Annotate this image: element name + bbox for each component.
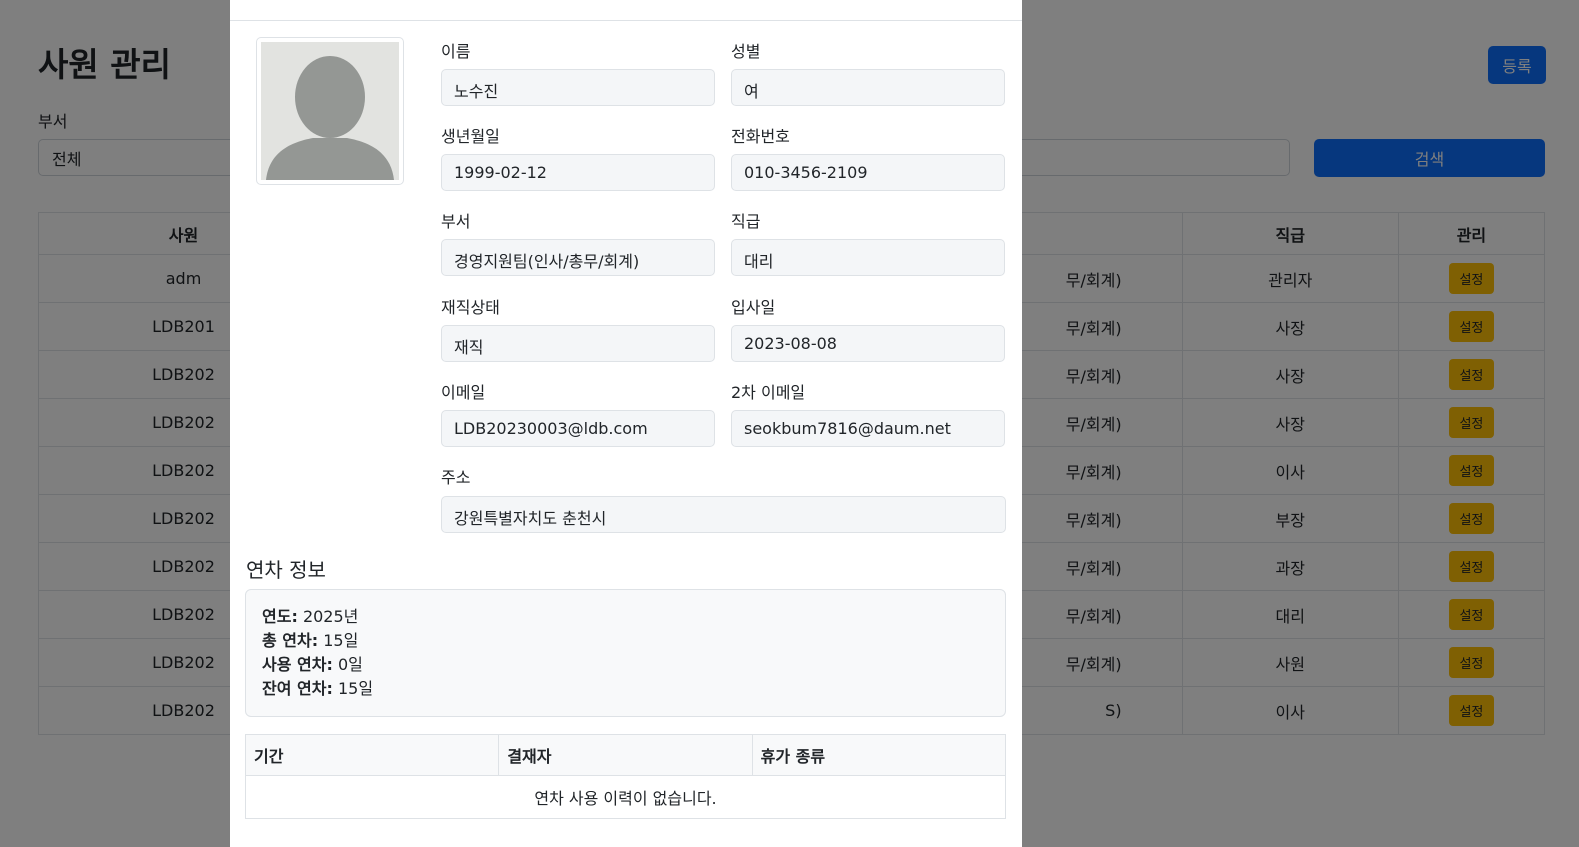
phone-label: 전화번호 [731,127,790,146]
leave-total-value: 15일 [323,631,359,650]
email-label: 이메일 [441,383,486,402]
history-empty-message: 연차 사용 이력이 없습니다. [245,775,1006,819]
birth-label: 생년월일 [441,127,500,146]
modal-header-divider [230,20,1022,21]
birth-field[interactable]: 1999-02-12 [441,154,715,191]
leave-year-label: 연도: [262,607,298,626]
name-label: 이름 [441,42,471,61]
leave-remaining-value: 15일 [337,679,374,698]
address-field[interactable]: 강원특별자치도 춘천시 [441,496,1006,533]
leave-info-title: 연차 정보 [246,558,326,582]
dept-label: 부서 [441,212,471,231]
leave-total-label: 총 연차: [262,631,319,650]
gender-field[interactable]: 여 [731,69,1005,106]
avatar-placeholder-icon [261,42,399,180]
rank-field[interactable]: 대리 [731,239,1005,276]
profile-photo [256,37,404,185]
employee-detail-modal: 이름 노수진 성별 여 생년월일 1999-02-12 전화번호 010-345… [230,0,1022,847]
gender-label: 성별 [731,42,761,61]
leave-used-line: 사용 연차: 0일 [262,653,989,677]
history-empty-row: 연차 사용 이력이 없습니다. [245,775,1006,819]
history-header-type: 휴가 종류 [751,734,1007,776]
leave-info-panel: 연도: 2025년 총 연차: 15일 사용 연차: 0일 잔여 연차: 15일 [245,589,1006,717]
name-field[interactable]: 노수진 [441,69,715,106]
leave-used-value: 0일 [337,655,363,674]
secondary-email-label: 2차 이메일 [731,383,806,402]
history-header-period: 기간 [244,734,500,776]
leave-total-line: 총 연차: 15일 [262,629,989,653]
address-label: 주소 [441,468,471,487]
rank-label: 직급 [731,212,761,231]
leave-year-value: 2025년 [302,607,359,626]
hire-date-label: 입사일 [731,298,776,317]
leave-remaining-label: 잔여 연차: [262,679,333,698]
secondary-email-field[interactable]: seokbum7816@daum.net [731,410,1005,447]
status-label: 재직상태 [441,298,500,317]
hire-date-field[interactable]: 2023-08-08 [731,325,1005,362]
status-field[interactable]: 재직 [441,325,715,362]
dept-field[interactable]: 경영지원팀(인사/총무/회계) [441,239,715,276]
leave-remaining-line: 잔여 연차: 15일 [262,677,989,701]
leave-used-label: 사용 연차: [262,655,333,674]
email-field[interactable]: LDB20230003@ldb.com [441,410,715,447]
leave-history-table: 기간 결재자 휴가 종류 연차 사용 이력이 없습니다. [244,734,1007,819]
history-header-row: 기간 결재자 휴가 종류 [244,734,1007,776]
phone-field[interactable]: 010-3456-2109 [731,154,1005,191]
leave-year-line: 연도: 2025년 [262,605,989,629]
history-header-approver: 결재자 [498,734,753,776]
